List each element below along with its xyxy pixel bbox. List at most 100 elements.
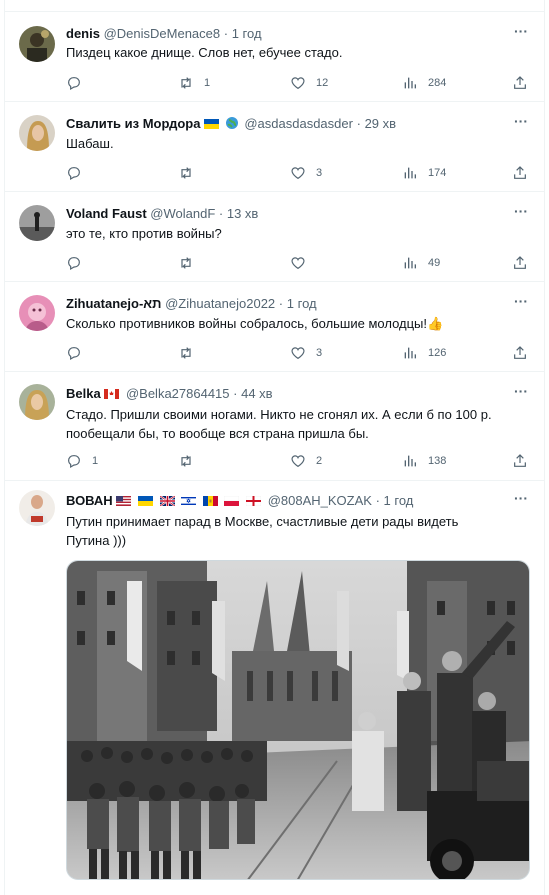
reply-button[interactable] <box>66 164 92 182</box>
handle[interactable]: @Zihuatanejo2022 <box>165 296 275 311</box>
reply-icon <box>68 455 80 469</box>
handle[interactable]: @WolandF <box>150 206 215 221</box>
separator: · <box>278 296 284 311</box>
share-button[interactable] <box>512 74 528 92</box>
reply-count: 1 <box>92 455 99 467</box>
reply-button[interactable] <box>66 74 92 92</box>
timestamp[interactable]: 44 хв <box>241 386 272 401</box>
handle[interactable]: @808AH_KOZAK <box>268 493 372 508</box>
more-dots-icon[interactable]: ··· <box>514 113 528 129</box>
like-button[interactable]: 3 <box>290 164 322 182</box>
avatar[interactable] <box>19 295 55 331</box>
tweet-header: Belka @Belka27864415 · 44 хв <box>66 386 273 402</box>
views-button[interactable]: 284 <box>402 74 446 92</box>
tweet-text: Стадо. Пришли своими ногами. Никто не сг… <box>66 407 492 441</box>
israel-flag-icon <box>181 496 197 506</box>
poland-flag-icon <box>224 496 240 506</box>
views-button[interactable]: 126 <box>402 344 446 362</box>
action-bar: 1 12 284 <box>66 74 530 92</box>
tweet[interactable]: Voland Faust @WolandF · 13 хв ··· это те… <box>5 192 544 282</box>
retweet-button[interactable]: 1 <box>178 74 210 92</box>
views-icon <box>404 347 416 359</box>
views-icon <box>404 77 416 89</box>
more-dots-icon[interactable]: ··· <box>514 203 528 219</box>
timestamp[interactable]: 1 год <box>287 296 317 311</box>
timestamp[interactable]: 13 хв <box>227 206 258 221</box>
views-button[interactable]: 174 <box>402 164 446 182</box>
like-button[interactable]: 2 <box>290 452 322 470</box>
reply-button[interactable] <box>66 254 92 272</box>
tweet-text: Сколько противников войны собралось, бол… <box>66 316 444 331</box>
tweet[interactable]: Belka @Belka27864415 · 44 хв ··· Стадо. … <box>5 372 544 481</box>
views-count: 138 <box>428 455 447 467</box>
heart-icon <box>291 167 305 180</box>
like-count: 3 <box>316 167 323 179</box>
share-button[interactable] <box>512 254 528 272</box>
display-name[interactable]: Свалить из Мордора <box>66 116 200 131</box>
display-name[interactable]: Belka <box>66 386 101 401</box>
more-dots-icon[interactable]: ··· <box>514 293 528 309</box>
usa-flag-icon <box>116 496 132 506</box>
more-dots-icon[interactable]: ··· <box>514 23 528 39</box>
views-button[interactable]: 138 <box>402 452 446 470</box>
views-button[interactable]: 49 <box>402 254 440 272</box>
share-button[interactable] <box>512 344 528 362</box>
retweet-count: 1 <box>204 77 211 89</box>
reply-icon <box>68 167 80 181</box>
action-bar: 3 126 <box>66 344 530 362</box>
avatar[interactable] <box>19 115 55 151</box>
share-button[interactable] <box>512 452 528 470</box>
like-count: 3 <box>316 347 323 359</box>
parade-photo <box>67 561 529 879</box>
uk-flag-icon <box>159 496 175 506</box>
reply-button[interactable] <box>66 344 92 362</box>
handle[interactable]: @DenisDeMenace8 <box>104 26 221 41</box>
avatar[interactable] <box>19 490 55 526</box>
tweet-text: Пиздец какое днище. Слов нет, ебучее ста… <box>66 45 343 60</box>
display-name[interactable]: ВОВАН <box>66 493 113 508</box>
tweet-header: Свалить из Мордора @asdasdasdasder · 29 … <box>66 116 396 132</box>
separator: · <box>223 26 229 41</box>
views-count: 174 <box>428 167 447 179</box>
tweet[interactable]: denis @DenisDeMenace8 · 1 год ··· Пиздец… <box>5 12 544 102</box>
avatar[interactable] <box>19 384 55 420</box>
action-bar: 1 2 138 <box>66 452 530 470</box>
display-name[interactable]: Zihuatanejo-תא <box>66 296 161 311</box>
moldova-flag-icon <box>202 496 218 506</box>
tweet-header: ВОВАН @808AH_KOZAK · 1 год <box>66 493 413 509</box>
handle[interactable]: @Belka27864415 <box>126 386 230 401</box>
timestamp[interactable]: 29 хв <box>365 116 396 131</box>
tweet-text: Путин принимает парад в Москве, счастлив… <box>66 514 459 548</box>
share-icon <box>514 166 526 179</box>
like-count: 12 <box>316 77 329 89</box>
separator: · <box>218 206 224 221</box>
like-button[interactable]: 3 <box>290 344 322 362</box>
retweet-button[interactable] <box>178 254 204 272</box>
display-name[interactable]: Voland Faust <box>66 206 147 221</box>
retweet-button[interactable] <box>178 452 204 470</box>
tweet[interactable]: Zihuatanejo-תא @Zihuatanejo2022 · 1 год … <box>5 282 544 372</box>
heart-icon <box>291 347 305 360</box>
share-button[interactable] <box>512 164 528 182</box>
timestamp[interactable]: 1 год <box>232 26 262 41</box>
separator: · <box>233 386 238 401</box>
like-button[interactable]: 12 <box>290 74 328 92</box>
avatar[interactable] <box>19 205 55 241</box>
views-icon <box>404 167 416 179</box>
retweet-button[interactable] <box>178 344 204 362</box>
more-dots-icon[interactable]: ··· <box>514 490 528 506</box>
retweet-icon <box>181 77 191 89</box>
handle[interactable]: @asdasdasdasder <box>244 116 353 131</box>
timestamp[interactable]: 1 год <box>384 493 414 508</box>
share-icon <box>514 454 526 467</box>
reply-button[interactable]: 1 <box>66 452 98 470</box>
tweet[interactable]: Свалить из Мордора @asdasdasdasder · 29 … <box>5 102 544 192</box>
like-button[interactable] <box>290 254 316 272</box>
display-name[interactable]: denis <box>66 26 100 41</box>
avatar[interactable] <box>19 26 55 62</box>
tweet-text: Шабаш. <box>66 136 114 151</box>
retweet-button[interactable] <box>178 164 204 182</box>
tweet-photo[interactable] <box>66 560 530 880</box>
retweet-icon <box>181 455 191 467</box>
more-dots-icon[interactable]: ··· <box>514 383 528 399</box>
